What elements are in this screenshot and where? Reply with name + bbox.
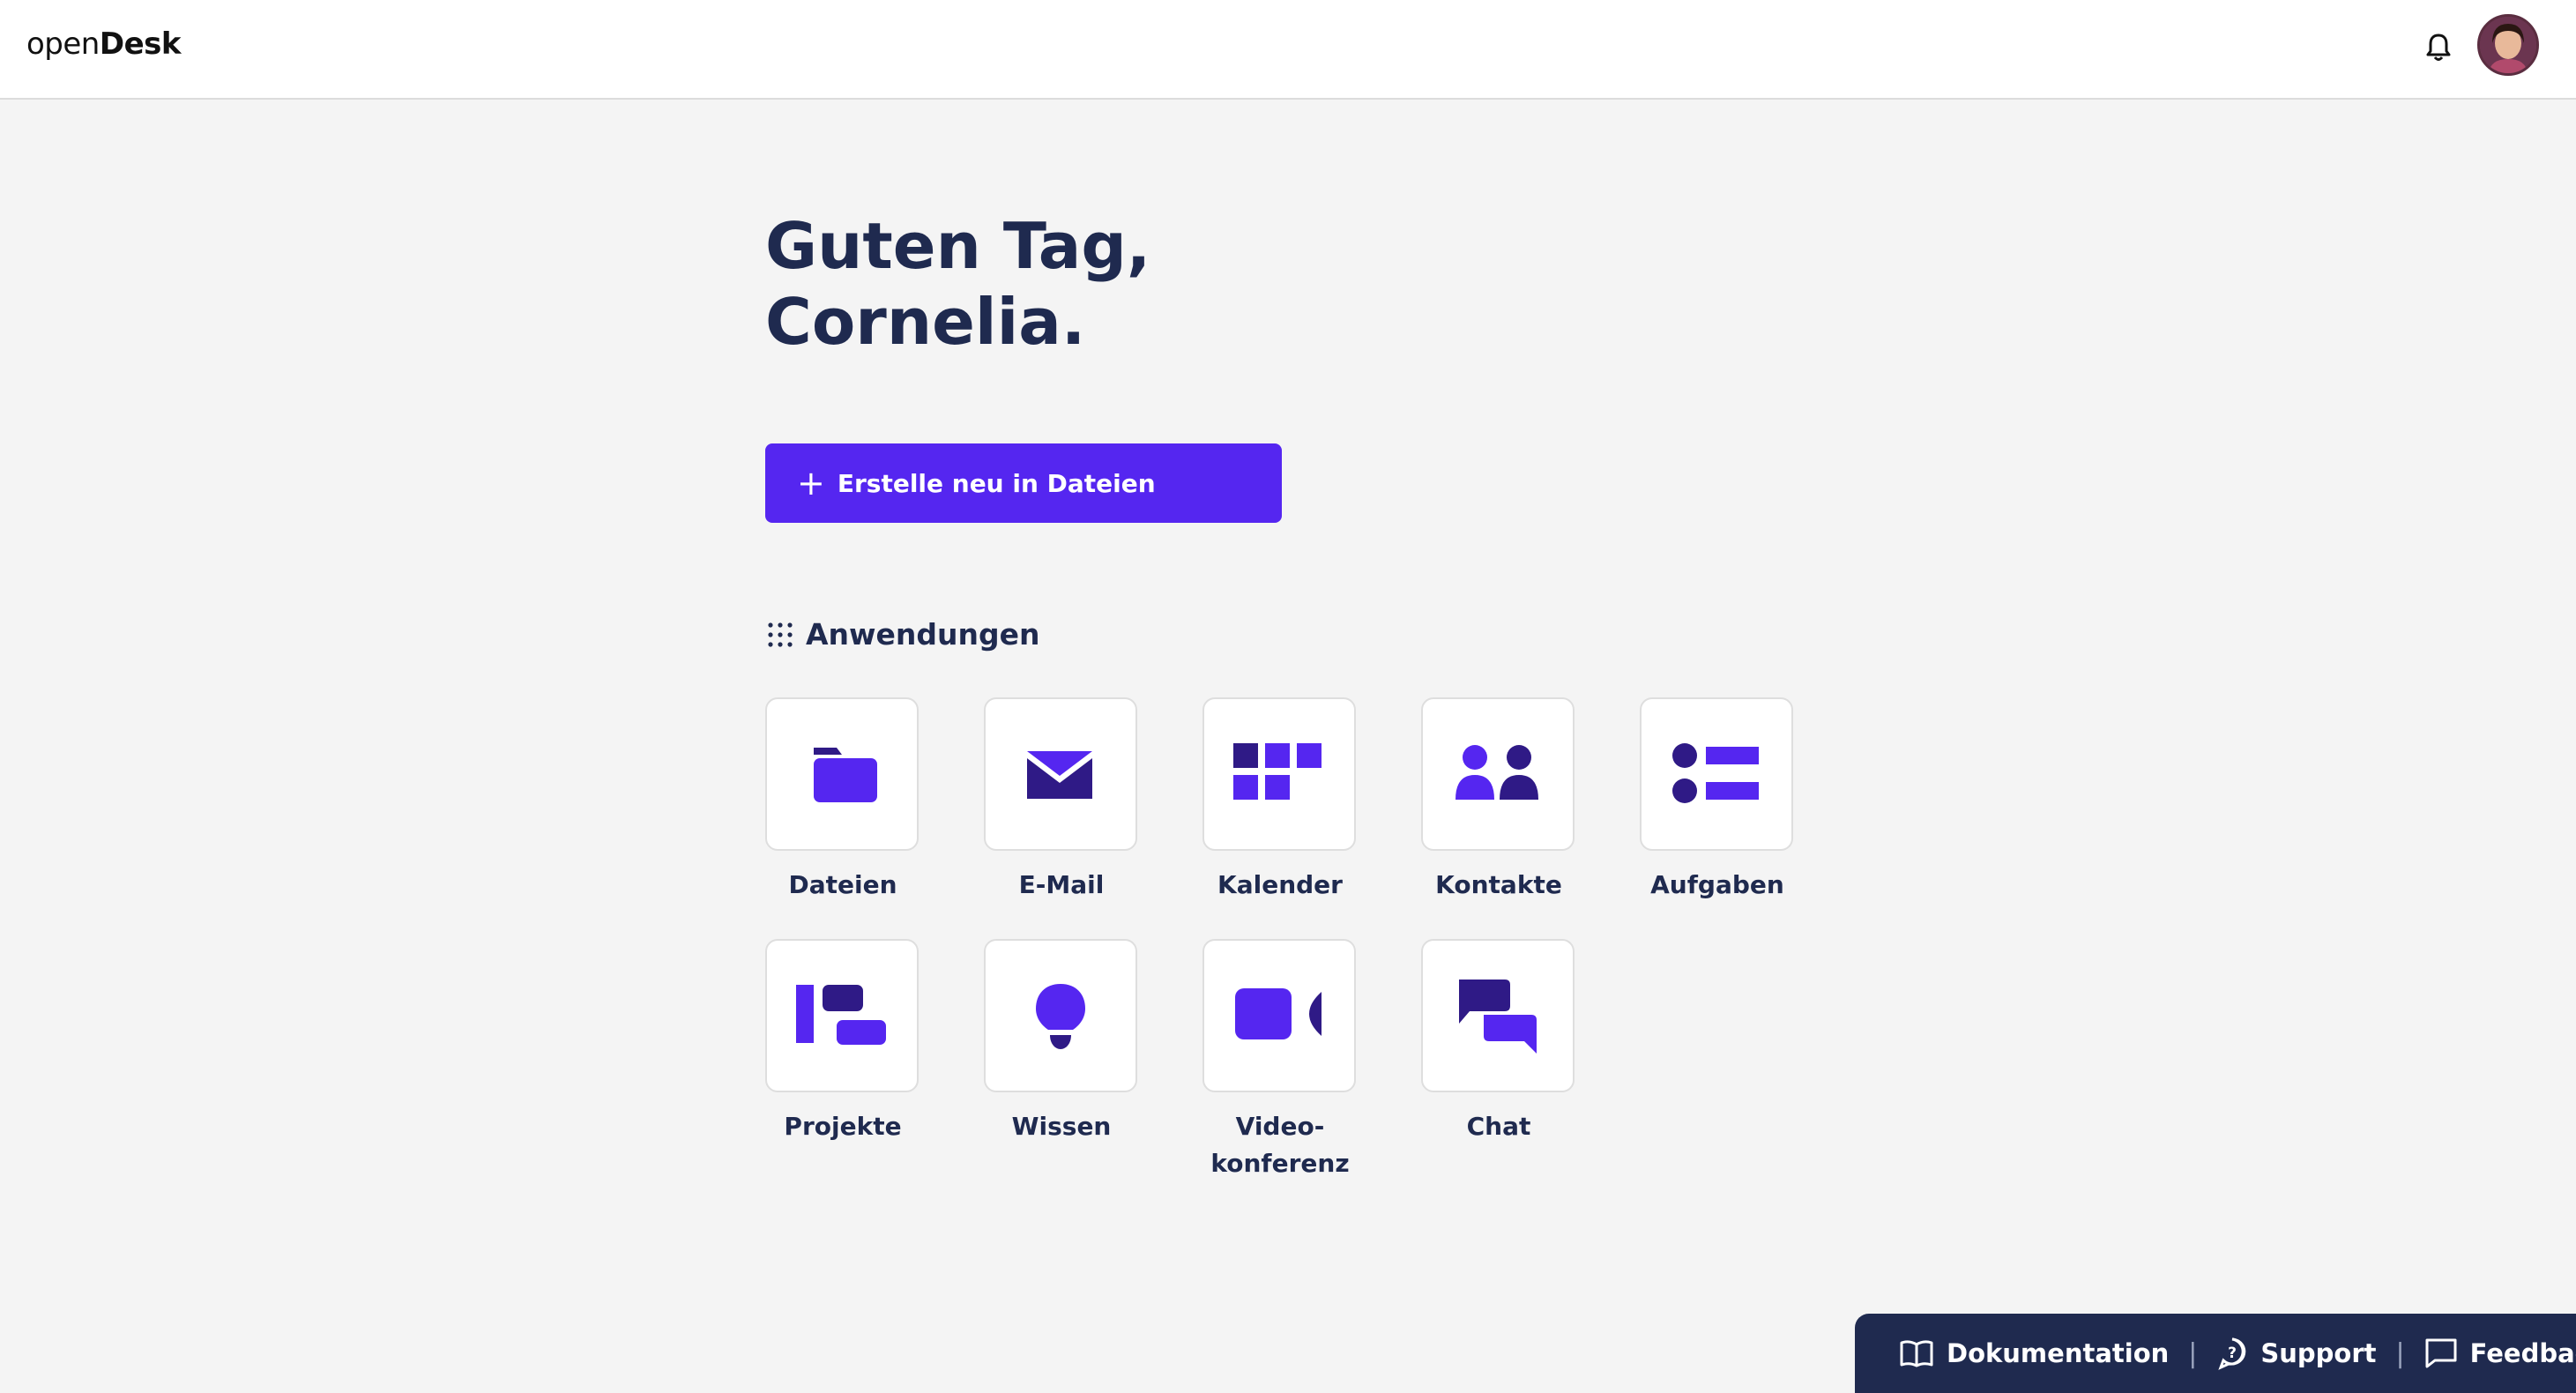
applications-section-title: Anwendungen (767, 617, 1040, 652)
app-tile-contacts[interactable]: Kontakte (1421, 697, 1576, 904)
svg-text:?: ? (2228, 1345, 2237, 1362)
app-tile-contacts-box[interactable] (1421, 697, 1575, 851)
support-icon: ? (2218, 1337, 2246, 1370)
greeting-heading: Guten Tag, Cornelia. (765, 209, 1151, 359)
calendar-icon (1233, 743, 1322, 800)
book-icon (1900, 1340, 1933, 1367)
app-tile-files-box[interactable] (765, 697, 919, 851)
app-tile-projects-box[interactable] (765, 939, 919, 1092)
footer-separator: | (2395, 1337, 2405, 1369)
app-tile-mail[interactable]: E-Mail (984, 697, 1139, 904)
app-tile-tasks-box[interactable] (1640, 697, 1793, 851)
app-tile-knowledge-box[interactable] (984, 939, 1137, 1092)
app-tile-mail-box[interactable] (984, 697, 1137, 851)
plus-icon: + (797, 464, 825, 503)
support-link[interactable]: ? Support (2216, 1337, 2377, 1370)
grid-icon (768, 622, 793, 647)
app-tile-tasks[interactable]: Aufgaben (1640, 697, 1795, 904)
footer-separator: | (2188, 1337, 2198, 1369)
app-tile-video-conference[interactable]: Video- konferenz (1202, 939, 1358, 1182)
folder-icon (814, 748, 877, 802)
create-new-in-files-button[interactable]: + Erstelle neu in Dateien (765, 443, 1282, 523)
chat-icon (1459, 980, 1537, 1054)
app-tile-video-conference-box[interactable] (1202, 939, 1356, 1092)
top-bar: openDesk (0, 0, 2576, 100)
feedback-link[interactable]: Feedback (2424, 1337, 2576, 1369)
app-tile-calendar[interactable]: Kalender (1202, 697, 1358, 904)
video-icon (1235, 988, 1322, 1039)
documentation-link[interactable]: Dokumentation (1899, 1337, 2169, 1369)
contacts-icon (1456, 745, 1538, 800)
projects-icon (796, 985, 886, 1045)
bell-icon[interactable] (2417, 26, 2460, 69)
app-tile-calendar-box[interactable] (1202, 697, 1356, 851)
app-tile-chat[interactable]: Chat (1421, 939, 1576, 1145)
user-avatar[interactable] (2477, 14, 2539, 76)
app-tile-files[interactable]: Dateien (765, 697, 920, 904)
tasks-icon (1672, 743, 1759, 803)
opendesk-logo[interactable]: openDesk (26, 26, 182, 62)
help-footer: Dokumentation | ? Support | Feedback (1855, 1314, 2576, 1393)
app-tile-chat-box[interactable] (1421, 939, 1575, 1092)
app-tile-knowledge[interactable]: Wissen (984, 939, 1139, 1145)
mail-icon (1027, 751, 1092, 799)
app-tile-projects[interactable]: Projekte (765, 939, 920, 1145)
lightbulb-icon (1036, 984, 1085, 1049)
feedback-icon (2425, 1338, 2457, 1368)
